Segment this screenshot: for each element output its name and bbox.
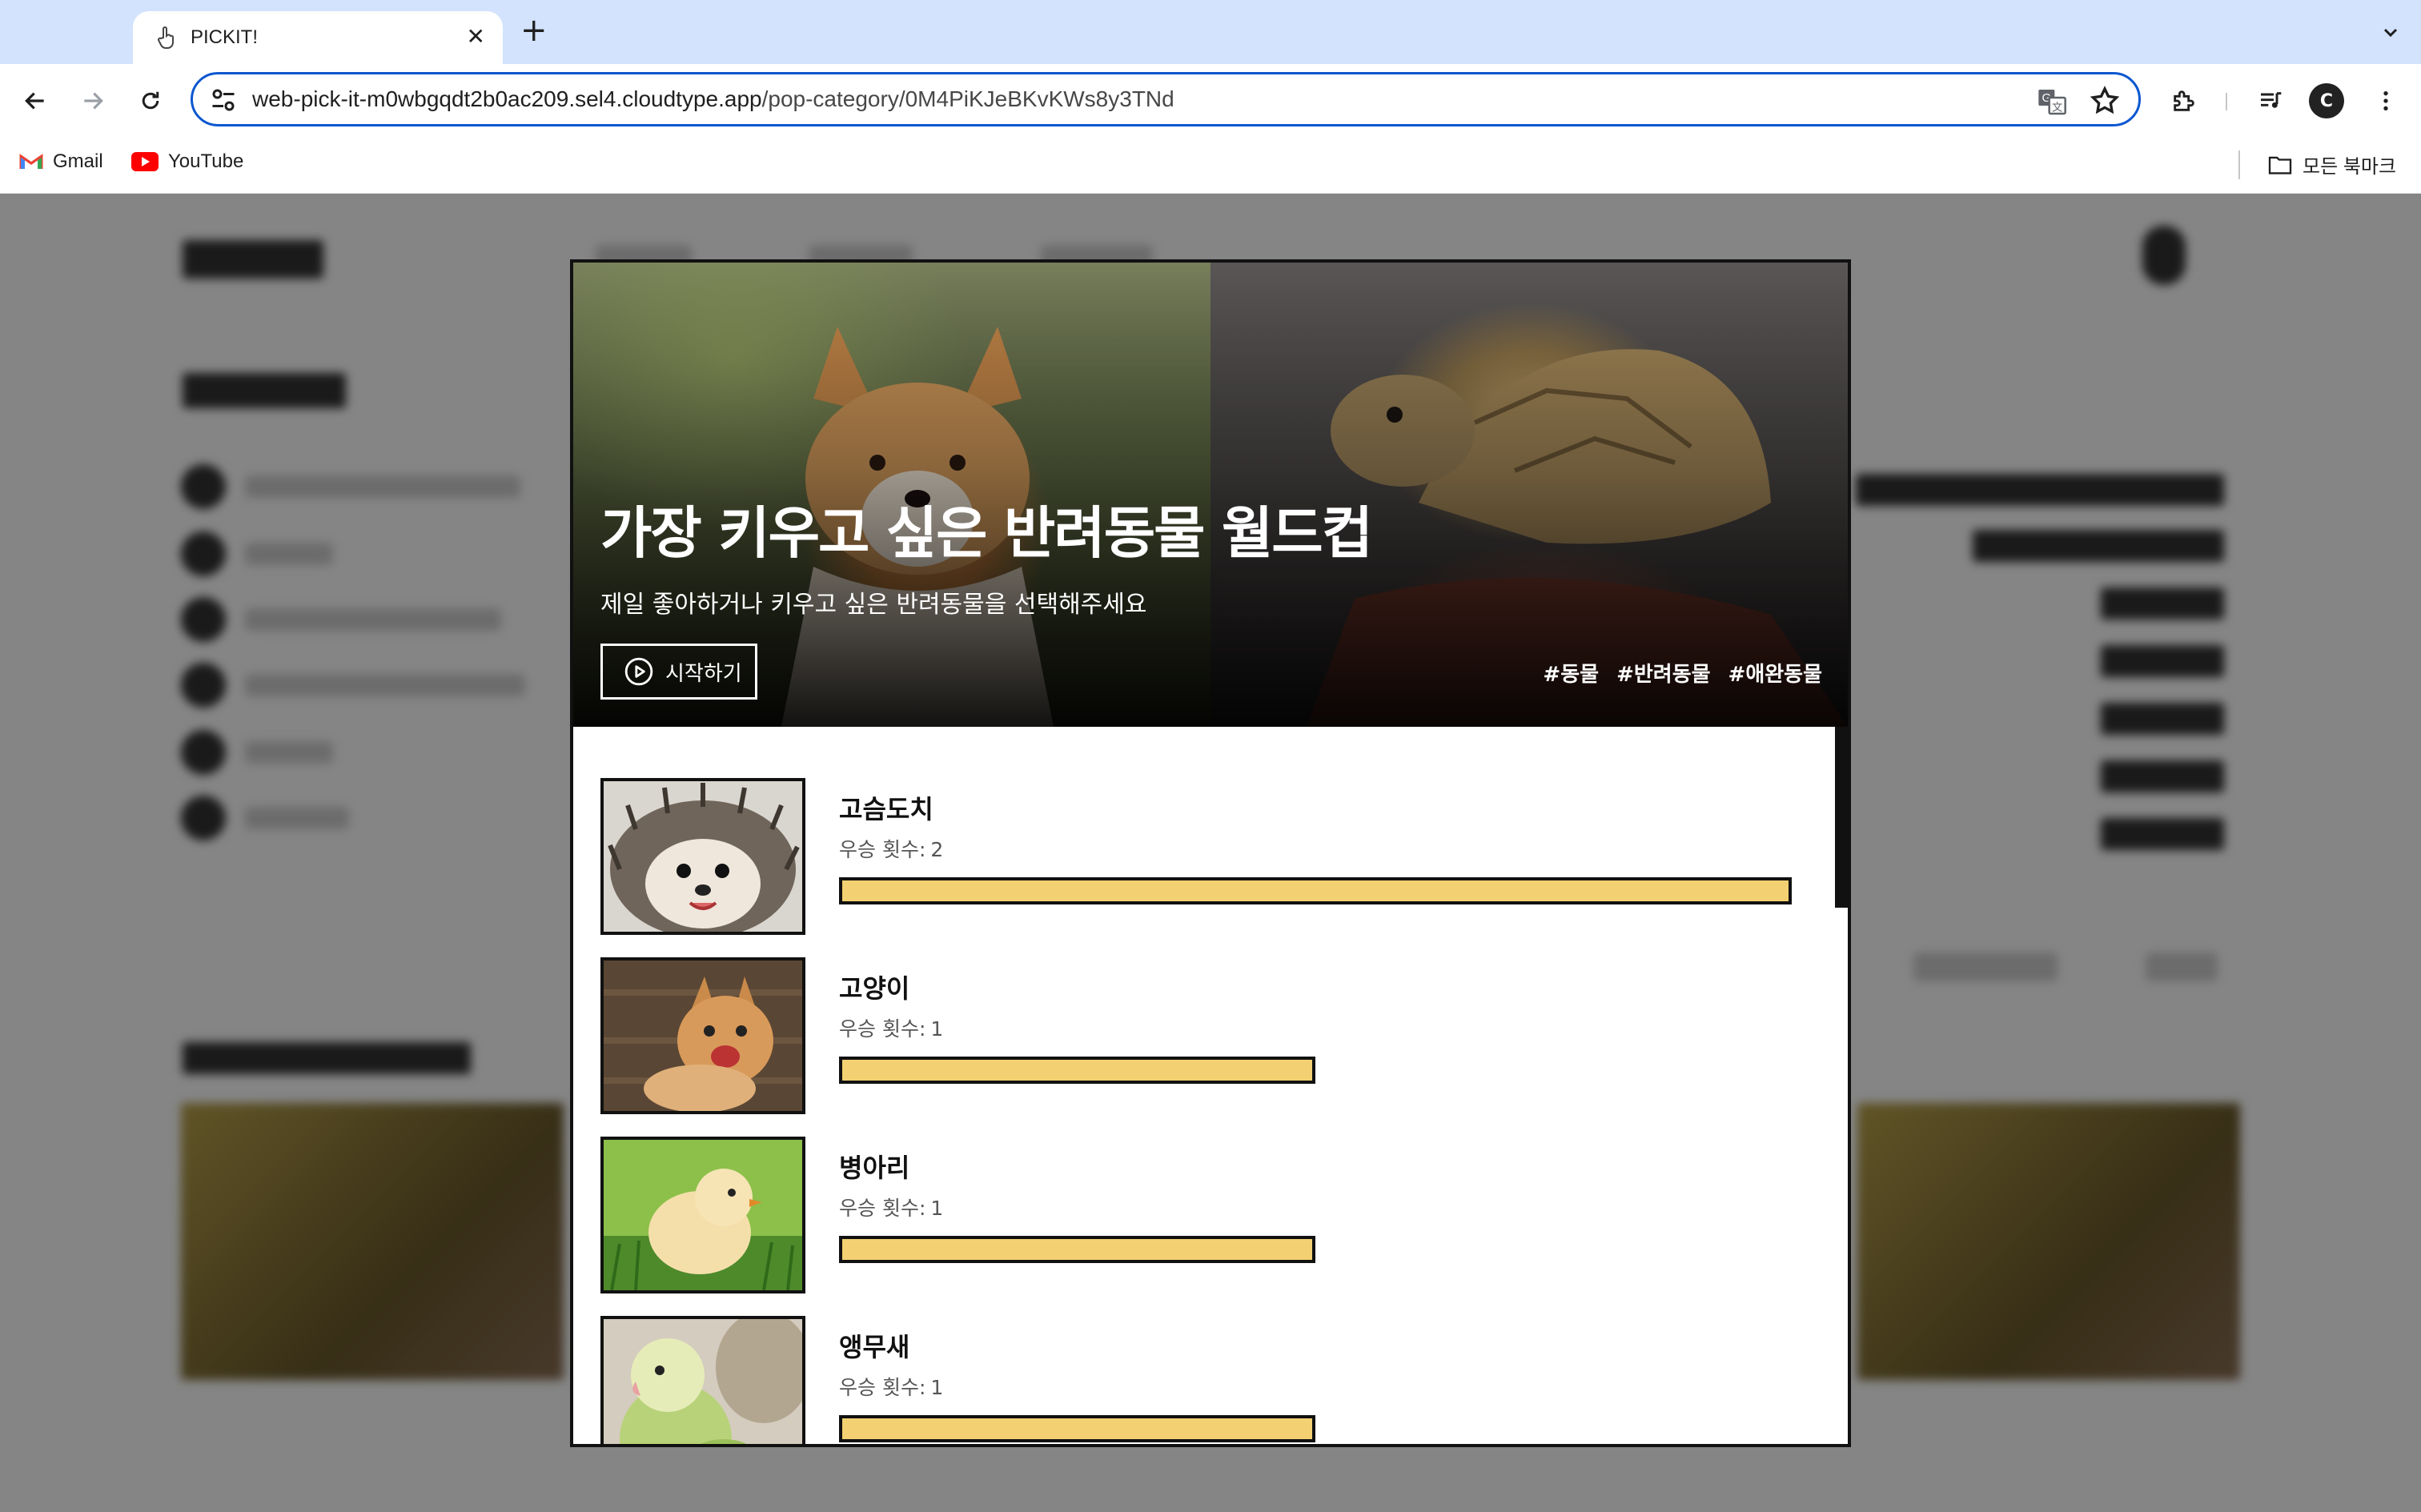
gmail-icon: [19, 153, 43, 170]
ranking-item[interactable]: 병아리 우승 횟수: 1: [600, 1137, 1817, 1293]
bookmark-youtube-label: YouTube: [168, 150, 244, 172]
ranking-item-name: 앵무새: [839, 1332, 910, 1362]
wins-bar-track: [839, 1236, 1792, 1263]
worldcup-subtitle: 제일 좋아하거나 키우고 싶은 반려동물을 선택해주세요: [600, 591, 1147, 619]
wins-bar: [839, 1415, 1315, 1442]
arrow-left-icon: [25, 92, 44, 110]
bookmark-youtube[interactable]: YouTube: [131, 150, 243, 173]
wins-bar: [839, 1057, 1315, 1084]
music-queue-icon: [2261, 92, 2282, 108]
wins-value: 2: [930, 838, 944, 861]
wins-bar-track: [839, 877, 1792, 904]
wins-value: 1: [930, 1197, 944, 1220]
close-tab-icon[interactable]: ✕: [467, 26, 485, 48]
address-bar[interactable]: web-pick-it-m0wbgqdt2b0ac209.sel4.cloudt…: [191, 72, 2141, 126]
wins-label: 우승 횟수:: [839, 1376, 926, 1399]
toolbar-divider: [2226, 93, 2227, 110]
play-circle-icon: [624, 656, 654, 687]
browser-menu-button[interactable]: [2367, 82, 2405, 120]
url-path: /pop-category/0M4PiKJeBKvKWs8y3TNd: [761, 86, 1174, 111]
new-tab-button[interactable]: +: [520, 13, 548, 48]
back-button[interactable]: [16, 82, 54, 120]
wins-value: 1: [930, 1376, 944, 1399]
site-settings-icon[interactable]: [209, 86, 238, 114]
hand-pointer-icon: [155, 26, 178, 49]
more-vert-icon: [2383, 91, 2388, 110]
bookmark-gmail[interactable]: Gmail: [19, 150, 103, 173]
folder-icon: [2267, 154, 2293, 175]
browser-toolbar: web-pick-it-m0wbgqdt2b0ac209.sel4.cloudt…: [0, 64, 2421, 138]
puzzle-icon: [2174, 90, 2194, 111]
start-button[interactable]: 시작하기: [600, 644, 757, 700]
cat-image: [600, 957, 805, 1114]
reload-icon: [142, 91, 159, 110]
tab-search-button[interactable]: [2375, 16, 2407, 48]
svg-text:文: 文: [2052, 102, 2062, 114]
wins-value: 1: [930, 1017, 944, 1041]
ranking-item-name: 고슴도치: [839, 794, 933, 824]
bookmarks-divider: [2238, 150, 2240, 179]
worldcup-modal: 가장 키우고 싶은 반려동물 월드컵 제일 좋아하거나 키우고 싶은 반려동물을…: [570, 259, 1851, 1447]
ranking-item-wins: 우승 횟수: 2: [839, 834, 943, 863]
bookmark-star-icon[interactable]: [2089, 85, 2121, 117]
wins-bar: [839, 1236, 1315, 1263]
wins-label: 우승 횟수:: [839, 1197, 926, 1220]
hero-banner: 가장 키우고 싶은 반려동물 월드컵 제일 좋아하거나 키우고 싶은 반려동물을…: [573, 263, 1848, 727]
chick-image: [600, 1137, 805, 1293]
translate-icon[interactable]: G文: [2036, 86, 2068, 118]
ranking-item[interactable]: 고슴도치 우승 횟수: 2: [600, 778, 1817, 935]
tab-strip: PICKIT! ✕ +: [0, 0, 2421, 64]
active-tab[interactable]: PICKIT! ✕: [133, 11, 503, 64]
ranking-item-wins: 우승 횟수: 1: [839, 1193, 943, 1221]
wins-label: 우승 횟수:: [839, 838, 926, 861]
ranking-item-name: 고양이: [839, 973, 910, 1004]
ranking-scrollbar[interactable]: [1835, 727, 1848, 908]
ranking-item-name: 병아리: [839, 1153, 910, 1183]
wins-label: 우승 횟수:: [839, 1017, 926, 1041]
tab-title: PICKIT!: [191, 26, 259, 48]
tag-item[interactable]: #반려동물: [1616, 658, 1710, 688]
hedgehog-image: [600, 778, 805, 935]
wins-bar: [839, 877, 1792, 904]
url-host: web-pick-it-m0wbgqdt2b0ac209.sel4.cloudt…: [252, 86, 762, 111]
start-button-label: 시작하기: [665, 661, 742, 686]
worldcup-title: 가장 키우고 싶은 반려동물 월드컵: [600, 500, 1373, 566]
wins-bar-track: [839, 1057, 1792, 1084]
ranking-item-wins: 우승 횟수: 1: [839, 1013, 943, 1042]
ranking-item[interactable]: 앵무새 우승 횟수: 1: [600, 1316, 1817, 1444]
tag-item[interactable]: #동물: [1543, 658, 1599, 688]
tag-list: #동물 #반려동물 #애완동물: [1543, 658, 1822, 688]
bookmarks-bar: Gmail YouTube 모든 북마크: [0, 138, 2421, 194]
youtube-icon: [131, 152, 159, 171]
all-bookmarks-label: 모든 북마크: [2303, 156, 2397, 178]
ranking-item[interactable]: 고양이 우승 횟수: 1: [600, 957, 1817, 1114]
tag-item[interactable]: #애완동물: [1728, 658, 1822, 688]
chevron-down-icon: [2383, 28, 2398, 38]
ranking-item-wins: 우승 횟수: 1: [839, 1372, 943, 1401]
all-bookmarks-button[interactable]: 모든 북마크: [2267, 150, 2396, 178]
profile-avatar[interactable]: C: [2309, 83, 2344, 118]
avatar-initial: C: [2319, 90, 2334, 111]
extensions-button[interactable]: [2165, 82, 2203, 120]
wins-bar-track: [839, 1415, 1792, 1442]
bookmark-gmail-label: Gmail: [53, 150, 103, 172]
arrow-right-icon: [84, 92, 103, 110]
url-text[interactable]: web-pick-it-m0wbgqdt2b0ac209.sel4.cloudt…: [252, 86, 1174, 112]
reload-button[interactable]: [131, 82, 170, 120]
ranking-list[interactable]: 고슴도치 우승 횟수: 2 고양이 우승 횟수: 1 병아리 우승 횟수: 1 …: [573, 727, 1848, 1444]
media-control-button[interactable]: [2251, 82, 2290, 120]
forward-button[interactable]: [74, 82, 112, 120]
parrot-image: [600, 1316, 805, 1444]
